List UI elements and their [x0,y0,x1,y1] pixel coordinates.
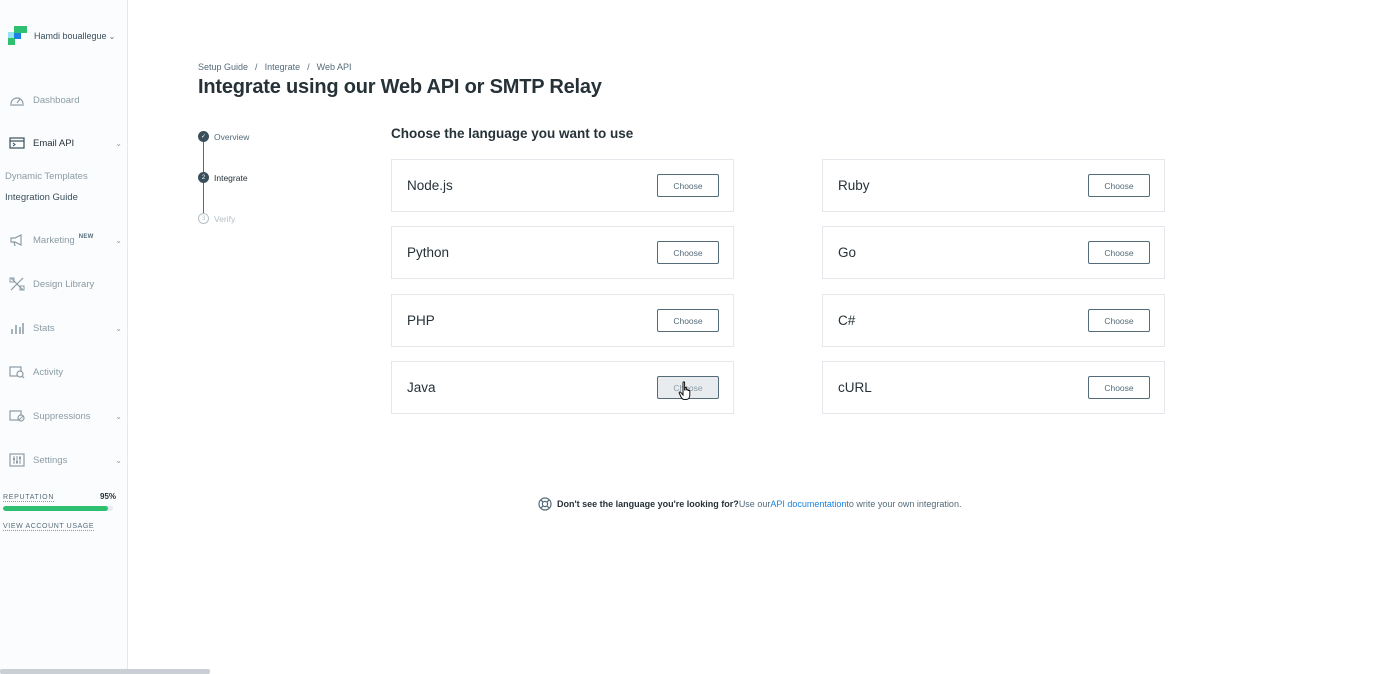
nav-label: Activity [33,366,64,378]
language-card-go: Go Choose [822,226,1165,279]
language-name: PHP [407,313,435,328]
chevron-down-icon: ⌄ [115,455,122,465]
language-name: C# [838,313,856,328]
reputation-bar-fill [3,506,108,511]
chevron-down-icon: ⌄ [108,31,116,41]
section-title: Choose the language you want to use [391,126,634,141]
lifebuoy-icon [538,497,552,511]
nav-design-library[interactable]: Design Library [8,274,122,294]
reputation-value: 95% [100,492,117,501]
step-integrate: 2 Integrate [198,172,248,183]
language-card-php: PHP Choose [391,294,734,347]
nav-settings[interactable]: Settings ⌄ [8,450,122,470]
reputation-bar [3,506,113,511]
language-card-nodejs: Node.js Choose [391,159,734,212]
horizontal-scrollbar[interactable] [0,669,210,674]
nav-label: Stats [33,322,55,334]
breadcrumb-separator: / [307,62,310,72]
step-verify: 3 Verify [198,213,235,224]
chevron-down-icon: ⌄ [115,138,122,148]
nav-dashboard[interactable]: Dashboard [8,90,122,110]
language-card-curl: cURL Choose [822,361,1165,414]
choose-python-button[interactable]: Choose [657,241,719,264]
page-title: Integrate using our Web API or SMTP Rela… [198,76,602,98]
language-name: Python [407,245,450,260]
language-name: Java [407,380,436,395]
nav-label: Design Library [33,278,95,290]
stats-icon [8,321,25,335]
nav-label: Suppressions [33,410,91,422]
help-text-post: to write your own integration. [846,499,962,509]
language-name: Node.js [407,178,453,193]
help-line: Don't see the language you're looking fo… [538,497,961,511]
suppressions-icon [8,409,25,423]
settings-icon [8,453,25,467]
check-icon: ✓ [198,131,209,142]
megaphone-icon [8,233,25,247]
nav-label: Marketing [33,234,75,246]
breadcrumb-integrate[interactable]: Integrate [265,62,301,72]
choose-php-button[interactable]: Choose [657,309,719,332]
nav-stats[interactable]: Stats ⌄ [8,318,122,338]
account-switcher[interactable]: Hamdi bouallegue ⌄ [8,26,115,46]
breadcrumb-separator: / [255,62,258,72]
step-number-icon: 2 [198,172,209,183]
sidebar: Hamdi bouallegue ⌄ Dashboard Email API ⌄… [0,0,128,669]
nav-sub-integration-guide[interactable]: Integration Guide [5,192,78,203]
account-name: Hamdi bouallegue [34,31,107,41]
api-documentation-link[interactable]: API documentation [770,499,846,509]
view-account-usage-link[interactable]: VIEW ACCOUNT USAGE [3,523,95,531]
choose-csharp-button[interactable]: Choose [1088,309,1150,332]
nav-label: Email API [33,137,75,149]
chevron-down-icon: ⌄ [115,323,122,333]
sendgrid-logo-icon [8,26,28,46]
step-label: Verify [214,213,236,224]
language-name: Ruby [838,178,870,193]
chevron-down-icon: ⌄ [115,411,122,421]
nav-suppressions[interactable]: Suppressions ⌄ [8,406,122,426]
nav-label: Dashboard [33,94,80,106]
nav-sub-dynamic-templates[interactable]: Dynamic Templates [5,171,88,182]
nav-marketing[interactable]: Marketing NEW ⌄ [8,230,122,250]
nav-label: Settings [33,454,68,466]
step-number-icon: 3 [198,213,209,224]
chevron-down-icon: ⌄ [115,235,122,245]
help-text-pre: Use our [738,499,771,509]
choose-go-button[interactable]: Choose [1088,241,1150,264]
new-badge: NEW [78,234,94,240]
design-tools-icon [8,277,25,291]
step-label: Overview [214,131,250,142]
choose-nodejs-button[interactable]: Choose [657,174,719,197]
breadcrumb-setup-guide[interactable]: Setup Guide [198,62,248,72]
language-name: Go [838,245,857,260]
email-api-icon [8,136,25,150]
language-card-csharp: C# Choose [822,294,1165,347]
choose-ruby-button[interactable]: Choose [1088,174,1150,197]
breadcrumb-web-api: Web API [316,62,352,72]
choose-curl-button[interactable]: Choose [1088,376,1150,399]
step-label: Integrate [214,172,248,183]
activity-icon [8,365,25,379]
reputation-label[interactable]: REPUTATION [3,494,55,502]
step-overview[interactable]: ✓ Overview [198,131,249,142]
language-card-python: Python Choose [391,226,734,279]
nav-email-api[interactable]: Email API ⌄ [8,133,122,153]
hand-pointer-cursor-icon [678,381,691,400]
nav-activity[interactable]: Activity [8,362,122,382]
language-name: cURL [838,380,872,395]
language-card-ruby: Ruby Choose [822,159,1165,212]
breadcrumb: Setup Guide / Integrate / Web API [198,62,351,72]
help-question: Don't see the language you're looking fo… [557,499,739,509]
dashboard-icon [8,93,25,107]
